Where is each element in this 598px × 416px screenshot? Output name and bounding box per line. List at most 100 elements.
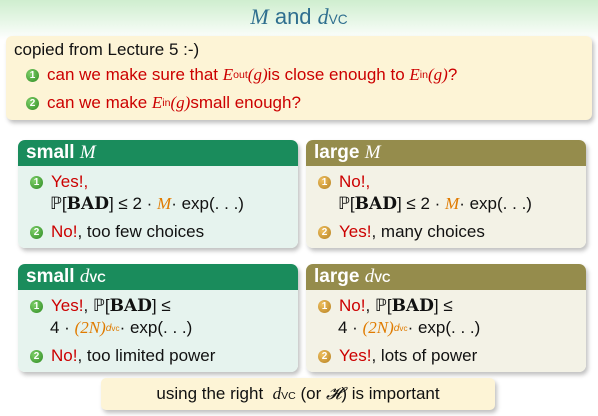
- item-text: , many choices: [371, 222, 485, 241]
- slide-title: M and dVC: [0, 4, 598, 30]
- growth-pre: 4 ·: [338, 318, 358, 337]
- header-label: large: [314, 266, 360, 287]
- bullet-number: 1: [318, 299, 331, 313]
- small-m-item-2: 2 No!, too few choices: [30, 222, 204, 242]
- bullet-number: 1: [30, 299, 43, 313]
- header-label: large: [314, 142, 360, 163]
- q2-g: (g): [170, 93, 191, 112]
- q1-eout: E: [222, 65, 234, 84]
- exp-vc: vc: [111, 323, 120, 333]
- growth-pre: 4 ·: [50, 318, 70, 337]
- answer-no: No!,: [339, 172, 371, 191]
- title-var-d: d: [317, 4, 329, 29]
- prob-open: , ℙ[: [83, 296, 110, 315]
- bullet-number: 1: [30, 175, 43, 189]
- q1-eout-sub: out: [233, 69, 248, 81]
- header-label: small: [26, 266, 75, 287]
- conclusion-pre: using the right: [156, 384, 268, 403]
- large-m-item-1: 1 No!,: [318, 172, 370, 192]
- large-dvc-item-2: 2 Yes!, lots of power: [318, 346, 477, 366]
- small-m-item-1: 1 Yes!,: [30, 172, 88, 192]
- large-dvc-body: 1 No!, ℙ[BAD] ≤ 4 · (2N) dvc · exp(. . .)…: [306, 290, 586, 372]
- large-m-body: 1 No!, ℙ[BAD] ≤ 2 · M · exp(. . .) 2 Yes…: [306, 166, 586, 248]
- conclusion-vc-sub: VC: [281, 390, 296, 402]
- intro-question-2: 2 can we make Ein (g) small enough?: [26, 93, 301, 113]
- large-m-block: large M 1 No!, ℙ[BAD] ≤ 2 · M · exp(. . …: [306, 140, 586, 248]
- small-dvc-item-1: 1 Yes!, ℙ[BAD] ≤: [30, 296, 171, 316]
- bad-event: BAD: [391, 296, 434, 316]
- bullet-number: 2: [318, 225, 331, 239]
- item-text: , too limited power: [77, 346, 216, 365]
- large-m-bound: ℙ[BAD] ≤ 2 · M · exp(. . .): [338, 194, 532, 214]
- growth-exp: · exp(. . .): [407, 318, 481, 337]
- header-var-d: d: [364, 266, 375, 287]
- growth-exponent: dvc: [394, 323, 408, 334]
- small-m-body: 1 Yes!, ℙ[BAD] ≤ 2 · M · exp(. . .) 2 No…: [18, 166, 298, 248]
- bound-rest: ] ≤: [151, 296, 171, 315]
- q1-g1: (g): [247, 65, 268, 84]
- item-text: , lots of power: [371, 346, 478, 365]
- large-dvc-header: large dVC: [306, 264, 586, 290]
- small-dvc-bound: 4 · (2N) dvc · exp(. . .): [50, 318, 192, 338]
- conclusion-mid: (or: [295, 384, 327, 403]
- q1-ein-sub: in: [419, 69, 428, 81]
- header-label: small: [26, 142, 75, 163]
- q1-text: can we make sure that: [47, 65, 219, 84]
- large-dvc-bound: 4 · (2N) dvc · exp(. . .): [338, 318, 480, 338]
- q2-end: small enough?: [190, 93, 301, 112]
- header-var: M: [79, 142, 96, 163]
- bound-exp: · exp(. . .): [171, 194, 244, 213]
- bullet-number: 2: [318, 349, 331, 363]
- intro-copied: copied from Lecture 5 :-): [14, 40, 200, 59]
- growth-2n: (2N): [74, 318, 106, 337]
- item-text: , too few choices: [77, 222, 205, 241]
- conclusion-h: 𝓗: [326, 384, 342, 403]
- growth-exponent: dvc: [106, 323, 120, 334]
- growth-exp: · exp(. . .): [119, 318, 193, 337]
- bad-event: BAD: [109, 296, 152, 316]
- bullet-number: 2: [30, 349, 43, 363]
- answer-yes: Yes!: [339, 346, 372, 365]
- answer-yes: Yes!: [339, 222, 372, 241]
- q1-ein: E: [409, 65, 420, 84]
- conclusion-d: d: [272, 384, 282, 403]
- q2-ein: E: [151, 93, 163, 112]
- small-dvc-block: small dVC 1 Yes!, ℙ[BAD] ≤ 4 · (2N) dvc ·…: [18, 264, 298, 372]
- bad-event: BAD: [66, 194, 109, 214]
- title-var-m: M: [250, 4, 269, 29]
- answer-yes: Yes!,: [51, 172, 89, 191]
- answer-no: No!: [339, 296, 366, 315]
- title-vc-sub: VC: [328, 12, 348, 27]
- bullet-number: 2: [30, 225, 43, 239]
- small-dvc-item-2: 2 No!, too limited power: [30, 346, 215, 366]
- bad-event: BAD: [354, 194, 397, 214]
- header-var: M: [364, 142, 381, 163]
- q2-ein-sub: in: [162, 97, 171, 109]
- growth-2n: (2N): [362, 318, 394, 337]
- q1-mid: is close enough to: [267, 65, 405, 84]
- bound-rest: ] ≤ 2 ·: [396, 194, 441, 213]
- large-m-header: large M: [306, 140, 586, 166]
- small-dvc-header: small dVC: [18, 264, 298, 290]
- large-dvc-block: large dVC 1 No!, ℙ[BAD] ≤ 4 · (2N) dvc · …: [306, 264, 586, 372]
- bound-m: M: [445, 194, 460, 213]
- bound-rest: ] ≤ 2 ·: [108, 194, 153, 213]
- large-dvc-item-1: 1 No!, ℙ[BAD] ≤: [318, 296, 453, 316]
- answer-yes: Yes!: [51, 296, 84, 315]
- small-m-block: small M 1 Yes!, ℙ[BAD] ≤ 2 · M · exp(. .…: [18, 140, 298, 248]
- prob-open: , ℙ[: [365, 296, 392, 315]
- small-m-bound: ℙ[BAD] ≤ 2 · M · exp(. . .): [50, 194, 244, 214]
- bullet-number: 1: [26, 68, 39, 82]
- q1-end: ?: [447, 65, 458, 84]
- bullet-number: 1: [318, 175, 331, 189]
- bound-exp: · exp(. . .): [459, 194, 532, 213]
- small-m-header: small M: [18, 140, 298, 166]
- conclusion-box: using the right dVC (or 𝓗) is important: [101, 378, 495, 410]
- bound-rest: ] ≤: [433, 296, 453, 315]
- large-m-item-2: 2 Yes!, many choices: [318, 222, 485, 242]
- small-dvc-body: 1 Yes!, ℙ[BAD] ≤ 4 · (2N) dvc · exp(. . .…: [18, 290, 298, 372]
- header-var-d: d: [79, 266, 90, 287]
- bullet-number: 2: [26, 96, 39, 110]
- prob-open: ℙ[: [50, 194, 67, 213]
- header-vc-sub: VC: [89, 272, 106, 285]
